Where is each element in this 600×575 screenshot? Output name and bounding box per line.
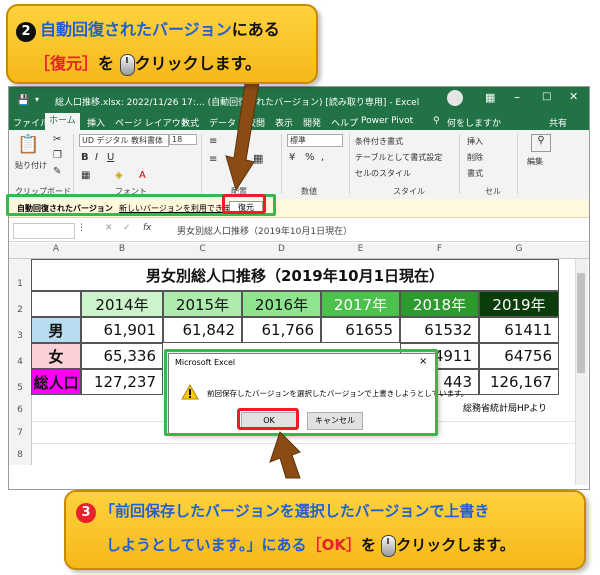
step-number-badge: 2 <box>16 22 36 42</box>
callout-step-2: 2 自動回復されたバージョンにある ［復元］を クリックします。 <box>6 4 318 84</box>
callout-text: を <box>360 536 376 554</box>
callout-message: しようとしています。」にある <box>106 536 307 554</box>
callout-step-3: 3 「前回保存したバージョンを選択したバージョンで上書き しようとしています。」に… <box>64 490 586 570</box>
callout-button-name: ［OK］ <box>306 536 361 554</box>
mouse-icon <box>119 53 135 76</box>
arrow-layer <box>225 63 301 479</box>
callout-text: クリックします。 <box>396 536 515 554</box>
callout-message: 「前回保存したバージョンを選択したバージョンで上書き <box>100 502 490 520</box>
callout-bar-name: 自動回復されたバージョン <box>40 20 232 39</box>
arrow-to-ok <box>269 431 301 479</box>
callout-text: にある <box>231 20 280 39</box>
step-number-badge: 3 <box>76 503 96 523</box>
callout-text: クリックします。 <box>134 54 262 73</box>
mouse-icon <box>381 534 397 557</box>
callout-button-name: ［復元］ <box>34 54 99 73</box>
callout-text: を <box>98 54 115 73</box>
